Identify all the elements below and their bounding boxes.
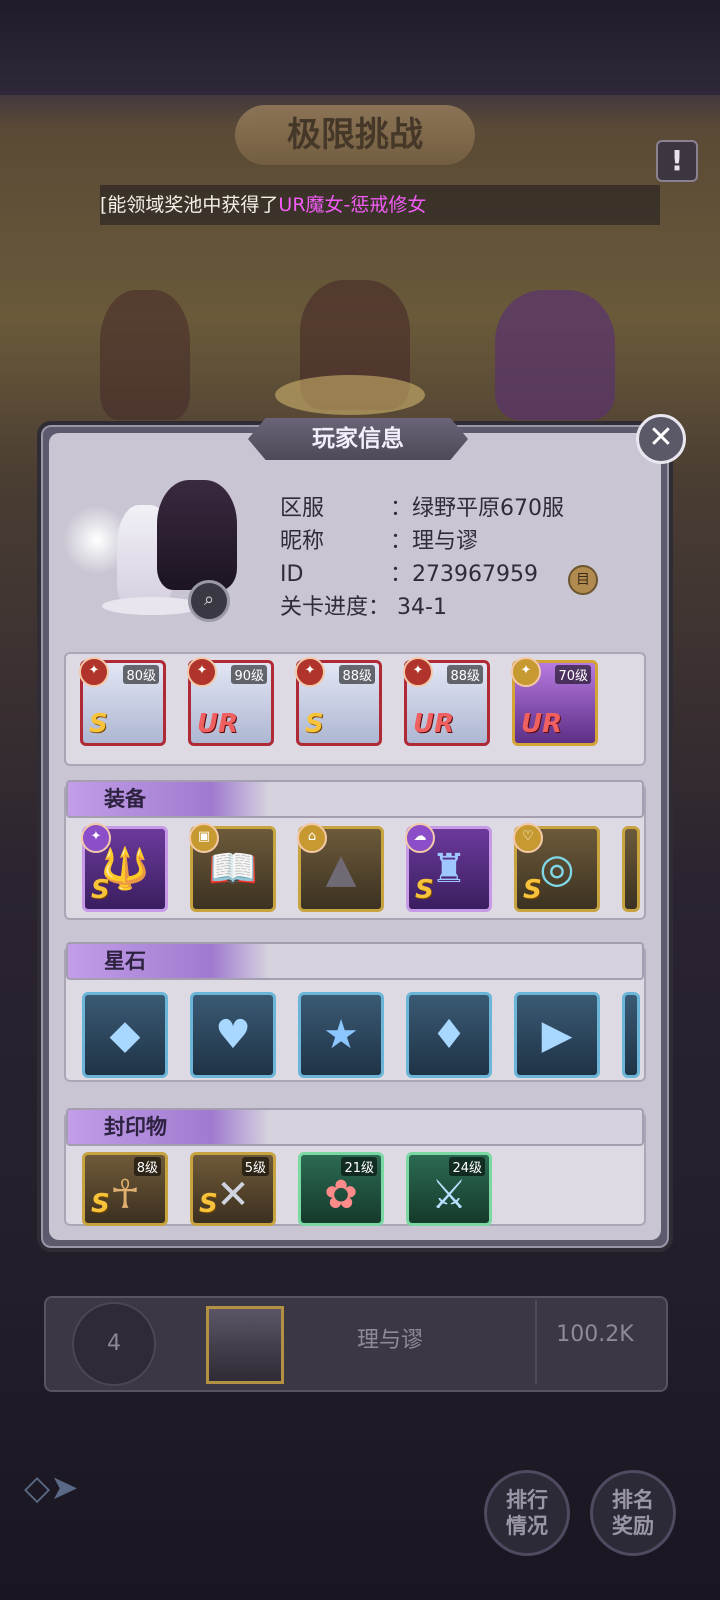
equipment-rank: S: [523, 875, 542, 905]
stone-slot[interactable]: ◆: [82, 992, 168, 1078]
seal-level: 21级: [341, 1157, 377, 1176]
logo-icon: ◇➤: [24, 1468, 79, 1508]
stones-title: 星石: [104, 949, 146, 973]
server-value: ：绿野平原670服: [390, 496, 564, 521]
seal-slot[interactable]: ☥ 8级 S: [82, 1152, 168, 1226]
page-title: 极限挑战: [235, 105, 475, 165]
seals-title: 封印物: [104, 1115, 167, 1139]
close-button[interactable]: ✕: [636, 414, 686, 464]
class-icon: ✦: [403, 657, 433, 687]
hero-slot[interactable]: ✦ 88级 S: [295, 657, 382, 746]
id-row: ID ：273967959: [280, 556, 538, 588]
rank-avatar: [206, 1306, 284, 1384]
class-icon: ✦: [511, 657, 541, 687]
hero-slot[interactable]: ✦ 70级 UR: [511, 657, 598, 746]
id-value: ：273967959: [390, 562, 538, 587]
stone-slot-partial[interactable]: [622, 992, 640, 1078]
seal-slot[interactable]: ⚔ 24级: [406, 1152, 492, 1226]
class-icon: ✦: [187, 657, 217, 687]
hero-slot[interactable]: ✦ 80级 S: [79, 657, 166, 746]
stones-header: 星石: [66, 942, 644, 980]
slot-type-icon: ☁: [405, 823, 435, 853]
slot-type-icon: ✦: [81, 823, 111, 853]
rank-number: 4: [72, 1302, 156, 1386]
seal-level: 8级: [133, 1157, 161, 1176]
nickname-value: ：理与谬: [390, 529, 479, 554]
hero-rank: UR: [413, 709, 455, 739]
equipment-slot[interactable]: 📖 ▣: [189, 823, 276, 912]
nickname-label: 昵称: [280, 529, 325, 554]
equipment-slot[interactable]: ▲ ⌂: [297, 823, 384, 912]
hero-level: 88级: [447, 665, 483, 684]
class-icon: ✦: [79, 657, 109, 687]
class-icon: ✦: [295, 657, 325, 687]
server-row: 区服 ：绿野平原670服: [280, 490, 564, 522]
hero-level: 88级: [339, 665, 375, 684]
equipment-slot[interactable]: 🔱 ✦ S: [81, 823, 168, 912]
avatar-sprite: [157, 480, 237, 590]
seal-slot[interactable]: ✕ 5级 S: [190, 1152, 276, 1226]
id-label: ID: [280, 562, 304, 587]
rank-status-label: 排行情况: [506, 1488, 548, 1538]
divider: [535, 1300, 537, 1384]
slot-type-icon: ⌂: [297, 823, 327, 853]
rank-reward-label: 排名奖励: [612, 1488, 654, 1538]
hero-pedestal: [275, 375, 425, 415]
hero-rank: S: [89, 709, 108, 739]
dialog-title: 玩家信息: [248, 418, 468, 460]
hero-slot[interactable]: ✦ 90级 UR: [187, 657, 274, 746]
equipment-slot[interactable]: ◎ ♡ S: [513, 823, 600, 912]
seal-slot[interactable]: ✿ 21级: [298, 1152, 384, 1226]
help-button[interactable]: !: [656, 140, 698, 182]
hero-rank: UR: [197, 709, 239, 739]
seal-level: 24级: [449, 1157, 485, 1176]
seal-level: 5级: [241, 1157, 269, 1176]
stone-slot[interactable]: ♦: [406, 992, 492, 1078]
stone-slot[interactable]: ♥: [190, 992, 276, 1078]
hero-level: 80级: [123, 665, 159, 684]
avatar-base: [102, 597, 202, 615]
heart-gem-icon: ♥: [215, 1012, 251, 1058]
equipment-slot[interactable]: ♜ ☁ S: [405, 823, 492, 912]
copy-id-icon[interactable]: 目: [568, 565, 598, 595]
hero-rank: UR: [521, 709, 563, 739]
seal-rank: S: [199, 1189, 218, 1219]
rank-reward-button[interactable]: 排名奖励: [590, 1470, 676, 1556]
seals-header: 封印物: [66, 1108, 644, 1146]
top-band: [0, 0, 720, 95]
hero-level: 90级: [231, 665, 267, 684]
equipment-title: 装备: [104, 787, 146, 811]
hero-level: 70级: [555, 665, 591, 684]
equipment-rank: S: [91, 875, 110, 905]
bg-hero-sprite: [100, 290, 190, 420]
close-icon: ✕: [648, 420, 674, 455]
drop-gem-icon: ▶: [541, 1012, 573, 1058]
equipment-slot-partial[interactable]: [622, 826, 640, 912]
rank-status-button[interactable]: 排行情况: [484, 1470, 570, 1556]
hero-rank: S: [305, 709, 324, 739]
nickname-row: 昵称 ：理与谬: [280, 523, 478, 555]
equipment-rank: S: [415, 875, 434, 905]
stone-slot[interactable]: ★: [298, 992, 384, 1078]
rank-score: 100.2K: [556, 1322, 634, 1347]
progress-value: 34-1: [397, 595, 447, 620]
slot-type-icon: ▣: [189, 823, 219, 853]
server-label: 区服: [280, 496, 325, 521]
progress-label: 关卡进度：: [280, 595, 391, 620]
diamond-gem-icon: ♦: [431, 1012, 467, 1058]
bg-hero-sprite: [495, 290, 615, 420]
ticker-highlight: UR魔女-惩戒修女: [278, 194, 427, 216]
hero-slot[interactable]: ✦ 88级 UR: [403, 657, 490, 746]
rank-player-name: 理与谬: [356, 1328, 423, 1353]
magnify-icon[interactable]: ⌕: [188, 580, 230, 622]
square-gem-icon: ◆: [109, 1012, 141, 1058]
star-gem-icon: ★: [323, 1012, 359, 1058]
stone-slot[interactable]: ▶: [514, 992, 600, 1078]
announcement-ticker: [能领域奖池中获得了UR魔女-惩戒修女: [100, 185, 660, 225]
slot-type-icon: ♡: [513, 823, 543, 853]
seal-rank: S: [91, 1189, 110, 1219]
ticker-text: [能领域奖池中获得了: [100, 194, 279, 216]
equipment-header: 装备: [66, 780, 644, 818]
progress-row: 关卡进度： 34-1: [280, 589, 447, 621]
